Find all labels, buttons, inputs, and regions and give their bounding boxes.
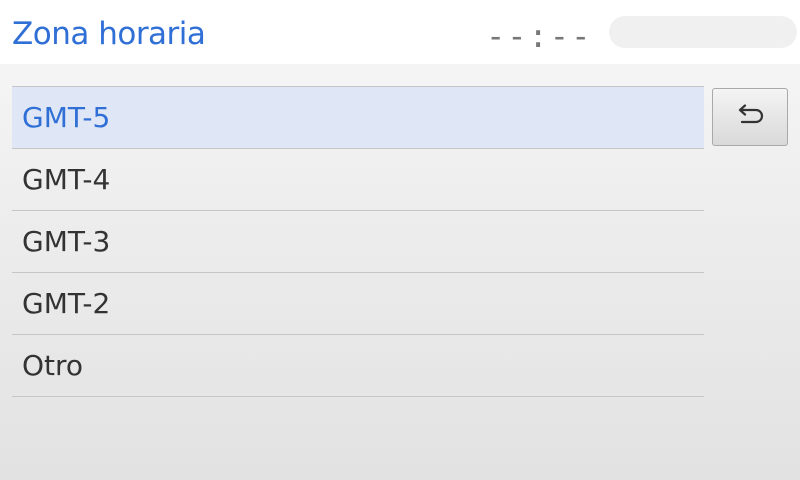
timezone-list: GMT-5 GMT-4 GMT-3 GMT-2 Otro [12,86,704,397]
back-button[interactable] [712,88,788,146]
timezone-option-gmt-5[interactable]: GMT-5 [12,87,704,149]
list-item-label: GMT-5 [22,101,111,134]
timezone-option-other[interactable]: Otro [12,335,704,397]
list-item-label: GMT-2 [22,287,111,320]
timezone-option-gmt-2[interactable]: GMT-2 [12,273,704,335]
status-indicator [609,16,797,48]
back-arrow-icon [738,104,764,124]
list-item-label: GMT-3 [22,225,111,258]
page-title: Zona horaria [12,16,206,52]
header-bar: Zona horaria --:-- [0,0,800,64]
timezone-option-gmt-3[interactable]: GMT-3 [12,211,704,273]
list-item-label: GMT-4 [22,163,111,196]
clock-display: --:-- [486,17,593,55]
timezone-screen: Zona horaria --:-- GMT-5 GMT-4 GMT-3 GMT… [0,0,800,480]
timezone-option-gmt-4[interactable]: GMT-4 [12,149,704,211]
list-item-label: Otro [22,349,84,382]
